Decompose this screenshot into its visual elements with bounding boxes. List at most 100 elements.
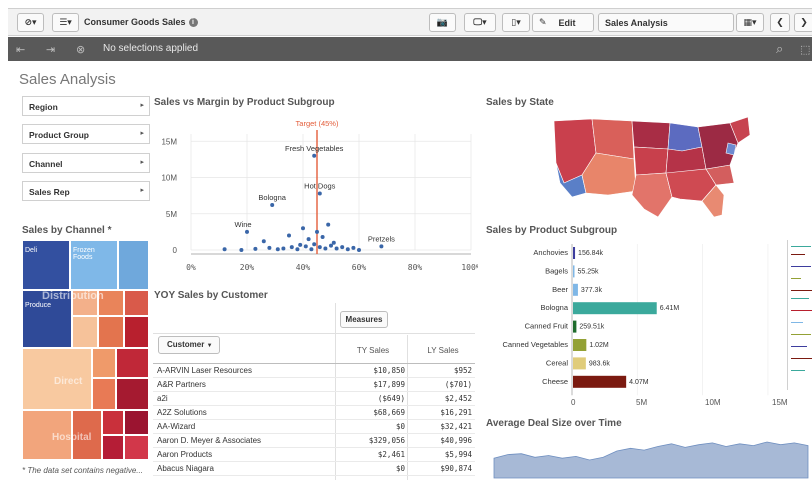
global-menu-button[interactable]: ☰▾ — [52, 13, 79, 32]
subgroup-bar-chart[interactable]: Anchovies 156.84k Bagels 55.25k Beer 377.3k Bo… — [486, 240, 786, 410]
customer-cell: AA-Wizard — [157, 422, 196, 431]
scatter-point[interactable] — [261, 239, 266, 244]
edit-button[interactable]: ✎ Edit — [532, 13, 594, 32]
selection-tool-icon[interactable]: ⬚ — [800, 43, 810, 56]
treemap-cell[interactable] — [118, 240, 149, 290]
scatter-point[interactable] — [329, 243, 333, 248]
scatter-point[interactable] — [303, 244, 308, 249]
treemap-cell[interactable] — [98, 316, 124, 348]
scatter-point[interactable] — [317, 191, 322, 196]
step-back-icon[interactable]: ⇤ — [16, 43, 25, 56]
chevron-right-icon: ▸ — [140, 102, 144, 109]
filter-product-group[interactable]: Product Group ▸ — [22, 124, 150, 144]
treemap-cell[interactable] — [116, 348, 149, 378]
table-row[interactable]: AA-Wizard $0 $32,421 — [153, 420, 475, 434]
bar[interactable] — [573, 375, 627, 388]
scatter-point[interactable] — [309, 247, 314, 252]
table-row[interactable]: A2Z Solutions $68,669 $16,291 — [153, 406, 475, 420]
scatter-point[interactable] — [281, 246, 286, 251]
filter-label: Region — [29, 102, 58, 112]
next-sheet-button[interactable]: ❯ — [794, 13, 812, 32]
scatter-point[interactable] — [326, 222, 331, 227]
table-row[interactable]: A-ARVIN Laser Resources $10,850 $952 — [153, 364, 475, 378]
scatter-point[interactable] — [320, 234, 325, 239]
scatter-point[interactable] — [301, 226, 305, 231]
treemap-cell[interactable] — [116, 378, 149, 410]
scatter-point[interactable] — [239, 248, 244, 252]
treemap-cell[interactable] — [92, 378, 116, 410]
channel-treemap[interactable]: Deli Frozen Foods Produce Distribution D… — [22, 240, 149, 460]
scatter-point[interactable] — [245, 229, 249, 234]
scatter-point[interactable] — [289, 245, 294, 250]
bar[interactable] — [573, 247, 576, 259]
treemap-cell[interactable] — [124, 435, 149, 460]
filter-channel[interactable]: Channel ▸ — [22, 153, 150, 173]
scatter-point[interactable] — [323, 246, 328, 251]
snapshot-button[interactable]: 📷 — [429, 13, 456, 32]
bar[interactable] — [573, 265, 575, 278]
scatter-point[interactable] — [222, 247, 227, 252]
scatter-point[interactable] — [345, 247, 350, 252]
scatter-point[interactable] — [379, 244, 384, 249]
treemap-cell[interactable] — [92, 348, 116, 378]
bar[interactable] — [573, 283, 578, 296]
treemap-cell[interactable] — [124, 410, 149, 435]
scatter-point[interactable] — [357, 248, 361, 252]
table-row[interactable]: A&R Partners $17,899 ($701) — [153, 378, 475, 392]
area-series[interactable] — [493, 441, 809, 479]
measures-button[interactable]: Measures — [340, 311, 388, 328]
info-icon[interactable]: i — [188, 18, 198, 28]
scatter-chart[interactable]: 0 5M 10M 15M 0% 20% 40% 60% 80% 100% Target (45%) F… — [153, 112, 478, 282]
scatter-point[interactable] — [340, 245, 345, 250]
scatter-point[interactable] — [315, 229, 319, 234]
bar[interactable] — [573, 320, 577, 333]
step-forward-icon[interactable]: ⇥ — [46, 43, 55, 56]
scatter-point[interactable] — [275, 247, 280, 252]
treemap-cell[interactable] — [72, 316, 98, 348]
table-row[interactable]: Abacus Niagara $0 $90,874 — [153, 462, 475, 476]
scatter-point[interactable] — [312, 153, 317, 158]
treemap-cell[interactable] — [124, 290, 149, 316]
us-sales-map[interactable] — [552, 113, 752, 221]
bookmarks-button[interactable]: ▯▾ — [502, 13, 530, 32]
col-header-ty-sales[interactable]: TY Sales — [348, 346, 398, 355]
sheets-overview-button[interactable]: ▦▾ — [736, 13, 764, 32]
sheet-selector[interactable]: Sales Analysis — [598, 13, 734, 32]
scatter-point[interactable] — [287, 233, 291, 238]
scatter-point[interactable] — [312, 242, 317, 247]
customer-dimension-button[interactable]: Customer ▼ — [158, 336, 220, 354]
scatter-point[interactable] — [295, 247, 300, 252]
navigation-menu-button[interactable]: ⊘▾ — [17, 13, 44, 32]
table-row[interactable]: Aaron Products $2,461 $5,994 — [153, 448, 475, 462]
treemap-cell[interactable] — [102, 410, 124, 435]
deal-size-area-chart[interactable] — [490, 432, 812, 480]
scatter-point[interactable] — [270, 203, 275, 208]
previous-sheet-button[interactable]: ❮ — [770, 13, 790, 32]
table-row[interactable]: a2i ($649) $2,452 — [153, 392, 475, 406]
category-label: Bologna — [540, 303, 568, 312]
bar[interactable] — [573, 357, 586, 370]
bar-chart-scroll-minimap[interactable] — [787, 240, 812, 390]
bar[interactable] — [573, 302, 657, 315]
table-row[interactable]: Aaron D. Meyer & Associates $329,056 $40,9… — [153, 434, 475, 448]
bar-value-label: 4.07M — [629, 379, 649, 386]
present-button[interactable]: 🖵▾ — [464, 13, 496, 32]
treemap-cell[interactable] — [102, 435, 124, 460]
scatter-point[interactable] — [334, 246, 339, 251]
filter-region[interactable]: Region ▸ — [22, 96, 150, 116]
search-icon[interactable]: ⌕ — [776, 41, 783, 57]
treemap-cell[interactable] — [124, 316, 149, 348]
scatter-point[interactable] — [253, 246, 258, 251]
scatter-point[interactable] — [331, 240, 336, 245]
y-tick-label: 0 — [173, 246, 178, 255]
clear-all-icon[interactable]: ⊗ — [76, 43, 85, 56]
bar[interactable] — [573, 339, 587, 351]
scatter-point[interactable] — [351, 245, 356, 250]
col-header-ly-sales[interactable]: LY Sales — [413, 346, 473, 355]
filter-sales-rep[interactable]: Sales Rep ▸ — [22, 181, 150, 201]
map-region-great-lakes — [667, 122, 703, 152]
scatter-point[interactable] — [317, 245, 322, 250]
scatter-point[interactable] — [267, 245, 272, 250]
scatter-point[interactable] — [306, 237, 311, 242]
scatter-point[interactable] — [298, 242, 303, 247]
